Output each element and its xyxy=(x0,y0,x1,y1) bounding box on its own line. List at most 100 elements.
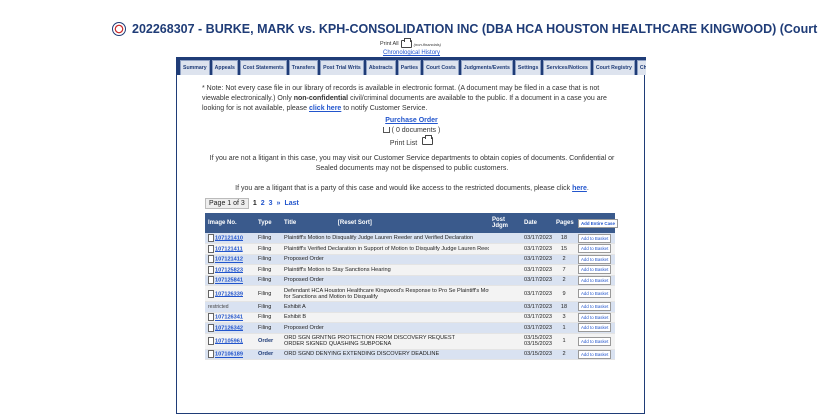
tab-court-registry[interactable]: Court Registry xyxy=(592,60,635,75)
table-row: restricted Filing Exhibit A 03/17/2023 18 Add… xyxy=(205,301,615,313)
add-to-basket-button[interactable]: Add to Basket xyxy=(578,233,612,243)
restricted-access-link[interactable]: here xyxy=(572,185,587,192)
cell-title: Proposed Order xyxy=(281,322,489,334)
add-to-basket-button[interactable]: Add to Basket xyxy=(578,312,612,322)
image-number-link[interactable]: 107106189 xyxy=(215,352,243,358)
cart-row: ( 0 documents ) xyxy=(177,127,646,134)
image-number-link[interactable]: 107126339 xyxy=(215,291,243,297)
print-list-icon[interactable] xyxy=(422,135,434,145)
chronological-history-link[interactable]: Chronological History xyxy=(383,50,440,56)
tab-summary[interactable]: Summary xyxy=(180,60,210,75)
document-icon[interactable] xyxy=(208,323,214,332)
cell-post-jdgm xyxy=(489,275,521,286)
cell-pages: 9 xyxy=(553,285,575,302)
print-all-button[interactable]: Print All (non-financials) xyxy=(380,38,441,48)
image-number-link[interactable]: 107125823 xyxy=(215,267,243,273)
note-bold: non-confidential xyxy=(293,95,349,102)
cell-post-jdgm xyxy=(489,243,521,255)
table-header-row: Image No. Type Title [Reset Sort] Post J… xyxy=(205,213,618,233)
add-entire-case-button[interactable]: Add Entire Case xyxy=(578,218,618,228)
cell-add: Add to Basket xyxy=(575,333,615,350)
document-icon[interactable] xyxy=(208,276,214,285)
col-image-no[interactable]: Image No. xyxy=(205,213,255,233)
col-post-jdgm[interactable]: Post Jdgm xyxy=(489,213,521,233)
add-to-basket-button[interactable]: Add to Basket xyxy=(578,302,612,312)
add-to-basket-button[interactable]: Add to Basket xyxy=(578,254,612,264)
document-date: 03/17/2023 xyxy=(524,290,552,297)
add-to-basket-button[interactable]: Add to Basket xyxy=(578,336,612,346)
cell-title: Plaintiff's Motion to Disqualify Judge L… xyxy=(281,233,489,244)
document-icon[interactable] xyxy=(208,265,214,274)
image-number-link[interactable]: 107126342 xyxy=(215,325,243,331)
tab-parties[interactable]: Parties xyxy=(397,60,422,75)
document-icon[interactable] xyxy=(208,350,214,359)
add-to-basket-button[interactable]: Add to Basket xyxy=(578,275,612,285)
cell-date: 03/17/2023 xyxy=(521,264,553,276)
document-icon[interactable] xyxy=(208,289,214,298)
tab-transfers[interactable]: Transfers xyxy=(288,60,319,75)
image-number-link[interactable]: 107121411 xyxy=(215,246,243,252)
document-icon[interactable] xyxy=(208,234,214,242)
image-number-link[interactable]: 107121410 xyxy=(215,235,243,241)
cell-title: Exhibit A xyxy=(281,301,489,313)
document-title: ORD SGND DENYING EXTENDING DISCOVERY DEA… xyxy=(284,351,440,358)
document-type: Filing xyxy=(258,303,272,310)
cell-image: 107126342 xyxy=(205,322,255,334)
case-title: 202268307 - BURKE, MARK vs. KPH-CONSOLID… xyxy=(132,22,820,36)
cell-add: Add to Basket xyxy=(575,312,615,323)
cell-date: 03/17/2023 xyxy=(521,285,553,302)
document-icon[interactable] xyxy=(208,255,214,264)
image-number-link[interactable]: 107125841 xyxy=(215,278,243,284)
table-row: 107125823 Filing Plaintiff's Motion to Sta… xyxy=(205,264,615,276)
cell-add: Add to Basket xyxy=(575,349,615,360)
document-icon[interactable] xyxy=(208,244,214,253)
document-icon[interactable] xyxy=(208,313,214,322)
document-title-line-2: for Sanctions and Motion to Disqualify xyxy=(284,293,378,300)
page-next-link[interactable]: » xyxy=(277,200,281,207)
image-number-link[interactable]: 107105961 xyxy=(215,338,243,344)
add-to-basket-button[interactable]: Add to Basket xyxy=(578,289,612,298)
tab-court-costs[interactable]: Court Costs xyxy=(423,60,459,75)
document-date: 03/17/2023 xyxy=(524,266,552,273)
purchase-order-link[interactable]: Purchase Order xyxy=(385,117,438,124)
litigant-end: . xyxy=(586,185,589,192)
cell-type: Filing xyxy=(255,285,281,302)
page-last-link[interactable]: Last xyxy=(284,200,298,207)
document-icon[interactable] xyxy=(208,337,214,345)
document-date: 03/17/2023 xyxy=(524,303,552,310)
cell-pages: 1 xyxy=(553,333,575,350)
page-link-2[interactable]: 2 xyxy=(261,200,265,207)
reset-sort-link[interactable]: [Reset Sort] xyxy=(338,220,372,226)
add-to-basket-button[interactable]: Add to Basket xyxy=(578,323,612,333)
document-title: Plaintiff's Motion to Disqualify Judge L… xyxy=(284,235,474,241)
image-number-link[interactable]: 107121412 xyxy=(215,257,243,263)
tab-child-support[interactable]: Child Support xyxy=(636,60,646,75)
tab-judgments-events[interactable]: Judgments/Events xyxy=(460,60,513,75)
col-type[interactable]: Type xyxy=(255,213,281,233)
add-to-basket-button[interactable]: Add to Basket xyxy=(578,244,612,254)
tab-services-notices[interactable]: Services/Notices xyxy=(543,60,591,75)
cell-date: 03/17/2023 xyxy=(521,233,553,244)
tab-appeals[interactable]: Appeals xyxy=(211,60,238,75)
col-date[interactable]: Date xyxy=(521,213,553,233)
printer-icon[interactable] xyxy=(400,38,412,48)
shopping-cart-icon[interactable] xyxy=(382,127,390,134)
tab-settings[interactable]: Settings xyxy=(514,60,542,75)
tab-cost-statements[interactable]: Cost Statements xyxy=(239,60,287,75)
tab-abstracts[interactable]: Abstracts xyxy=(365,60,396,75)
cell-post-jdgm xyxy=(489,264,521,276)
col-title-label[interactable]: Title xyxy=(284,220,296,226)
page-count: 18 xyxy=(560,303,568,310)
cell-image: 107125841 xyxy=(205,275,255,286)
notify-customer-service-link[interactable]: click here xyxy=(309,105,341,112)
print-list-row[interactable]: Print List xyxy=(177,135,646,147)
document-date: 03/17/2023 xyxy=(524,235,552,241)
add-to-basket-button[interactable]: Add to Basket xyxy=(578,265,612,275)
cell-title: ORD SGND DENYING EXTENDING DISCOVERY DEA… xyxy=(281,349,489,360)
col-pages[interactable]: Pages xyxy=(553,213,575,233)
add-to-basket-button[interactable]: Add to Basket xyxy=(578,349,612,359)
cell-image: 107121412 xyxy=(205,254,255,265)
image-number-link[interactable]: 107126341 xyxy=(215,315,243,321)
page-link-3[interactable]: 3 xyxy=(269,200,273,207)
tab-post-trial-writs[interactable]: Post Trial Writs xyxy=(320,60,364,75)
